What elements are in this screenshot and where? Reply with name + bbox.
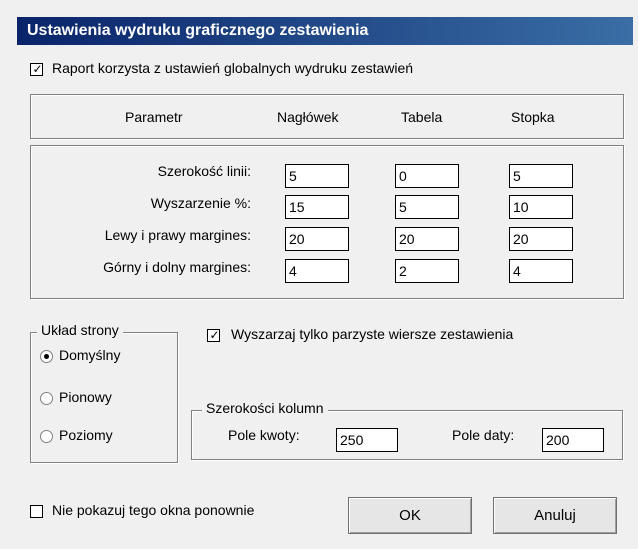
line-width-footer-input[interactable] bbox=[509, 164, 573, 188]
ok-button[interactable]: OK bbox=[348, 497, 472, 534]
even-rows-label: Wyszarzaj tylko parzyste wiersze zestawi… bbox=[231, 326, 514, 342]
line-width-table-input[interactable] bbox=[395, 164, 459, 188]
lr-margin-footer-input[interactable] bbox=[509, 227, 573, 251]
row-label-line-width: Szerokość linii: bbox=[157, 163, 251, 179]
even-rows-checkbox[interactable]: ✓ bbox=[207, 328, 220, 342]
row-label-tb-margin: Górny i dolny margines: bbox=[103, 259, 251, 275]
dont-show-label: Nie pokazuj tego okna ponownie bbox=[52, 502, 255, 518]
checkmark-icon: ✓ bbox=[32, 62, 43, 76]
amount-width-input[interactable] bbox=[336, 428, 398, 452]
shading-table-input[interactable] bbox=[395, 195, 459, 219]
settings-dialog: Ustawienia wydruku graficznego zestawien… bbox=[0, 0, 638, 549]
params-grid-box: Szerokość linii: Wyszarzenie %: Lewy i p… bbox=[30, 145, 624, 299]
params-header-box: Parametr Nagłówek Tabela Stopka bbox=[30, 94, 624, 139]
lr-margin-table-input[interactable] bbox=[395, 227, 459, 251]
layout-default-label: Domyślny bbox=[59, 347, 121, 363]
tb-margin-table-input[interactable] bbox=[395, 259, 459, 283]
window-title: Ustawienia wydruku graficznego zestawien… bbox=[17, 17, 633, 45]
amount-field-label: Pole kwoty: bbox=[228, 427, 300, 443]
page-layout-group: Układ strony Domyślny Pionowy Poziomy bbox=[30, 322, 178, 463]
layout-portrait-label: Pionowy bbox=[59, 389, 112, 405]
col-header-param: Parametr bbox=[125, 109, 183, 125]
col-header-footer: Stopka bbox=[511, 109, 555, 125]
checkmark-icon: ✓ bbox=[209, 328, 220, 342]
tb-margin-footer-input[interactable] bbox=[509, 259, 573, 283]
layout-portrait-radio[interactable] bbox=[40, 392, 53, 405]
date-width-input[interactable] bbox=[542, 428, 604, 452]
col-header-table: Tabela bbox=[401, 109, 443, 125]
column-widths-legend: Szerokości kolumn bbox=[202, 400, 328, 416]
date-field-label: Pole daty: bbox=[452, 427, 515, 443]
radio-selected-dot bbox=[44, 354, 49, 359]
shading-footer-input[interactable] bbox=[509, 195, 573, 219]
shading-header-input[interactable] bbox=[285, 195, 349, 219]
lr-margin-header-input[interactable] bbox=[285, 227, 349, 251]
row-label-lr-margin: Lewy i prawy margines: bbox=[104, 227, 251, 243]
layout-default-radio[interactable] bbox=[40, 350, 53, 363]
layout-landscape-label: Poziomy bbox=[59, 427, 113, 443]
page-layout-legend: Układ strony bbox=[37, 322, 123, 338]
cancel-button[interactable]: Anuluj bbox=[493, 497, 617, 534]
line-width-header-input[interactable] bbox=[285, 164, 349, 188]
col-header-header: Nagłówek bbox=[277, 109, 339, 125]
global-settings-checkbox[interactable]: ✓ bbox=[30, 62, 43, 76]
layout-landscape-radio[interactable] bbox=[40, 430, 53, 443]
dont-show-checkbox[interactable] bbox=[30, 505, 43, 518]
tb-margin-header-input[interactable] bbox=[285, 259, 349, 283]
column-widths-group: Szerokości kolumn Pole kwoty: Pole daty: bbox=[191, 400, 623, 460]
global-settings-label: Raport korzysta z ustawień globalnych wy… bbox=[52, 60, 414, 76]
row-label-shading: Wyszarzenie %: bbox=[150, 195, 251, 211]
